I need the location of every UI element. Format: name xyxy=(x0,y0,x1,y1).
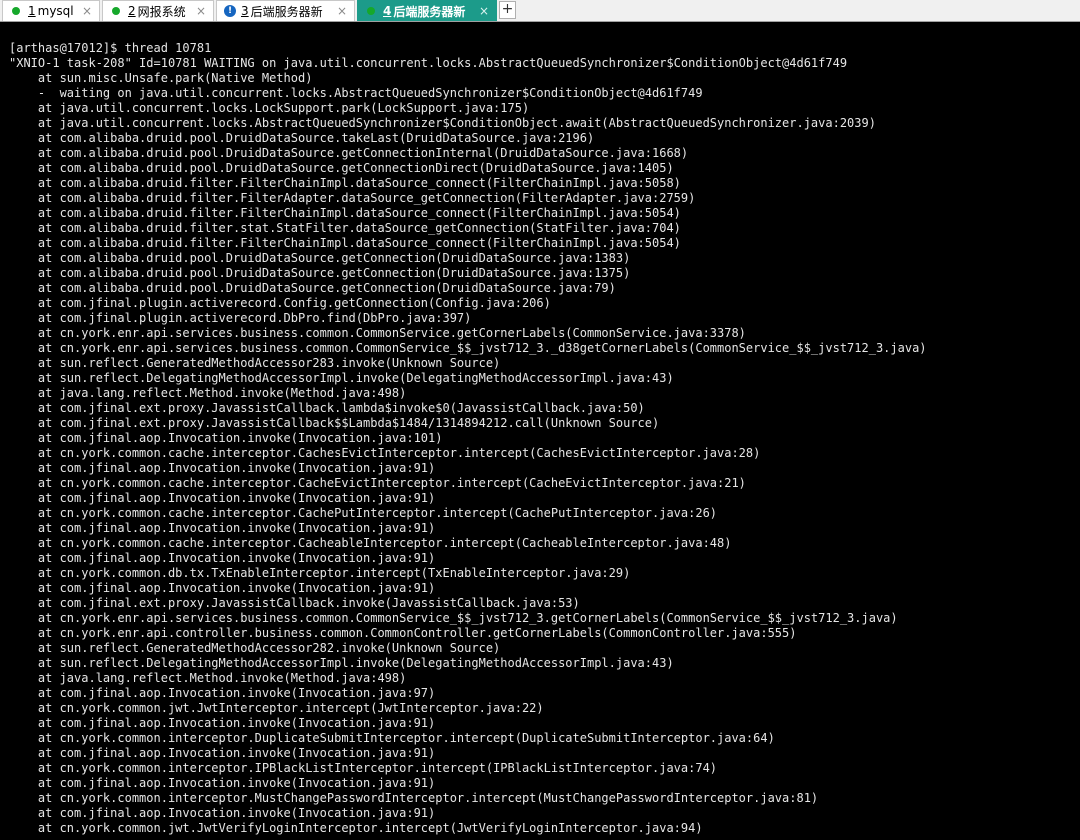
terminal-line: at com.alibaba.druid.filter.stat.StatFil… xyxy=(9,221,681,235)
terminal-line: at com.alibaba.druid.pool.DruidDataSourc… xyxy=(9,131,595,145)
terminal-line: at com.alibaba.druid.filter.FilterChainI… xyxy=(9,176,681,190)
close-icon[interactable]: × xyxy=(479,4,489,18)
terminal-line: at cn.york.common.interceptor.DuplicateS… xyxy=(9,731,775,745)
terminal-line: at com.alibaba.druid.pool.DruidDataSourc… xyxy=(9,281,616,295)
terminal-line: at sun.misc.Unsafe.park(Native Method) xyxy=(9,71,313,85)
tab-label: 网报系统 xyxy=(137,4,186,19)
connected-status-icon xyxy=(12,7,20,15)
terminal-line: at cn.york.enr.api.services.business.com… xyxy=(9,611,898,625)
terminal-line: at sun.reflect.GeneratedMethodAccessor28… xyxy=(9,641,501,655)
terminal-line: at java.util.concurrent.locks.LockSuppor… xyxy=(9,101,530,115)
terminal-line: at com.alibaba.druid.filter.FilterAdapte… xyxy=(9,191,696,205)
terminal-line: at sun.reflect.DelegatingMethodAccessorI… xyxy=(9,371,674,385)
terminal-line: at com.jfinal.aop.Invocation.invoke(Invo… xyxy=(9,491,436,505)
terminal-line: "XNIO-1 task-208" Id=10781 WAITING on ja… xyxy=(9,56,848,70)
terminal-line: at com.jfinal.aop.Invocation.invoke(Invo… xyxy=(9,806,436,820)
tab-number: 3 xyxy=(241,4,249,18)
close-icon[interactable]: × xyxy=(196,4,206,18)
tab-wangbao-system[interactable]: 2 网报系统 × xyxy=(102,0,214,21)
tab-number: 1 xyxy=(28,4,36,18)
terminal-line: at cn.york.enr.api.services.business.com… xyxy=(9,341,927,355)
terminal-line: at cn.york.enr.api.controller.business.c… xyxy=(9,626,797,640)
session-tab-bar: 1 mysql × 2 网报系统 × ! 3 后端服务器新 × 4 后端服务器新… xyxy=(0,0,1080,22)
terminal-line: at cn.york.common.cache.interceptor.Cach… xyxy=(9,446,761,460)
terminal-line: at cn.york.common.interceptor.MustChange… xyxy=(9,791,819,805)
tab-number: 4 xyxy=(383,4,392,18)
terminal-line: at java.lang.reflect.Method.invoke(Metho… xyxy=(9,671,407,685)
terminal-line: at com.jfinal.aop.Invocation.invoke(Invo… xyxy=(9,521,436,535)
terminal-line: at com.jfinal.plugin.activerecord.DbPro.… xyxy=(9,311,472,325)
terminal-line: [arthas@17012]$ thread 10781 xyxy=(9,41,212,55)
terminal-line: at com.alibaba.druid.pool.DruidDataSourc… xyxy=(9,251,631,265)
terminal-line: at com.alibaba.druid.filter.FilterChainI… xyxy=(9,206,681,220)
terminal-line: at com.jfinal.ext.proxy.JavassistCallbac… xyxy=(9,416,660,430)
terminal-line: at com.jfinal.aop.Invocation.invoke(Invo… xyxy=(9,746,436,760)
terminal-line: at cn.york.common.cache.interceptor.Cach… xyxy=(9,536,732,550)
terminal-line: at com.jfinal.ext.proxy.JavassistCallbac… xyxy=(9,596,580,610)
terminal-line: at com.jfinal.aop.Invocation.invoke(Invo… xyxy=(9,686,436,700)
connected-status-icon xyxy=(367,7,375,15)
terminal-output[interactable]: [arthas@17012]$ thread 10781 "XNIO-1 task… xyxy=(0,22,1080,840)
tab-backend-server-new-4[interactable]: 4 后端服务器新 × xyxy=(357,0,497,21)
terminal-line: at java.util.concurrent.locks.AbstractQu… xyxy=(9,116,876,130)
terminal-line: at cn.york.common.db.tx.TxEnableIntercep… xyxy=(9,566,631,580)
info-icon: ! xyxy=(224,5,236,17)
connected-status-icon xyxy=(112,7,120,15)
terminal-line: at com.jfinal.aop.Invocation.invoke(Invo… xyxy=(9,551,436,565)
terminal-line: at com.jfinal.aop.Invocation.invoke(Invo… xyxy=(9,776,436,790)
terminal-line: at com.alibaba.druid.pool.DruidDataSourc… xyxy=(9,161,674,175)
tab-mysql[interactable]: 1 mysql × xyxy=(2,0,100,21)
terminal-line: at com.jfinal.aop.Invocation.invoke(Invo… xyxy=(9,716,436,730)
tab-label: 后端服务器新 xyxy=(393,4,466,19)
terminal-line: at cn.york.common.cache.interceptor.Cach… xyxy=(9,506,718,520)
terminal-line: at cn.york.common.jwt.JwtInterceptor.int… xyxy=(9,701,544,715)
terminal-line: at com.jfinal.ext.proxy.JavassistCallbac… xyxy=(9,401,645,415)
terminal-line: at cn.york.enr.api.services.business.com… xyxy=(9,326,746,340)
tab-label: 后端服务器新 xyxy=(250,4,323,19)
close-icon[interactable]: × xyxy=(337,4,347,18)
terminal-line: at com.jfinal.aop.Invocation.invoke(Invo… xyxy=(9,461,436,475)
terminal-line: at sun.reflect.GeneratedMethodAccessor28… xyxy=(9,356,501,370)
terminal-line: at com.alibaba.druid.pool.DruidDataSourc… xyxy=(9,266,631,280)
terminal-line: at cn.york.common.cache.interceptor.Cach… xyxy=(9,476,746,490)
terminal-lines: [arthas@17012]$ thread 10781 "XNIO-1 task… xyxy=(9,41,927,836)
tab-backend-server-new-3[interactable]: ! 3 后端服务器新 × xyxy=(216,0,355,21)
tab-label: mysql xyxy=(37,4,74,18)
terminal-line: at sun.reflect.DelegatingMethodAccessorI… xyxy=(9,656,674,670)
terminal-line: - waiting on java.util.concurrent.locks.… xyxy=(9,86,703,100)
add-tab-button[interactable]: + xyxy=(499,1,516,19)
terminal-line: at com.alibaba.druid.pool.DruidDataSourc… xyxy=(9,146,689,160)
terminal-line: at cn.york.common.interceptor.IPBlackLis… xyxy=(9,761,718,775)
terminal-line: at com.jfinal.plugin.activerecord.Config… xyxy=(9,296,551,310)
terminal-line: at com.jfinal.aop.Invocation.invoke(Invo… xyxy=(9,431,443,445)
close-icon[interactable]: × xyxy=(82,4,92,18)
terminal-line: at cn.york.common.jwt.JwtVerifyLoginInte… xyxy=(9,821,703,835)
terminal-line: at java.lang.reflect.Method.invoke(Metho… xyxy=(9,386,407,400)
tab-number: 2 xyxy=(128,4,136,18)
terminal-line: at com.alibaba.druid.filter.FilterChainI… xyxy=(9,236,681,250)
terminal-line: at com.jfinal.aop.Invocation.invoke(Invo… xyxy=(9,581,436,595)
